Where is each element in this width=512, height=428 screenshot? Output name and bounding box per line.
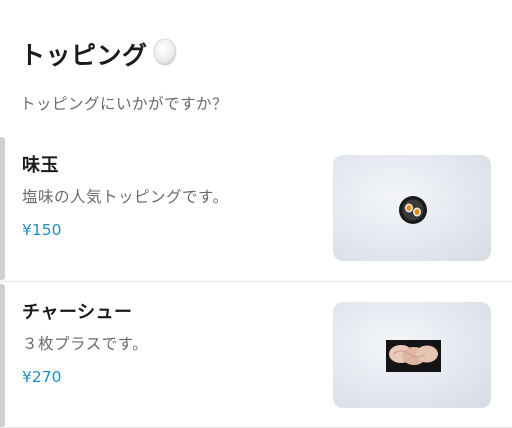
menu-item-chashu[interactable]: チャーシュー ３枚プラスです。 ¥270 xyxy=(0,284,512,427)
item-image-chashu[interactable] xyxy=(333,302,491,408)
section-header: トッピング xyxy=(20,36,178,72)
item-description: ３枚プラスです。 xyxy=(22,335,149,353)
section-title: トッピング xyxy=(20,41,148,70)
chashu-plate-icon xyxy=(386,340,441,372)
item-price: ¥270 xyxy=(22,368,62,386)
item-divider xyxy=(0,281,512,282)
egg-icon xyxy=(152,36,178,72)
item-price: ¥150 xyxy=(22,221,62,239)
item-description: 塩味の人気トッピングです。 xyxy=(22,188,229,206)
item-name: 味玉 xyxy=(22,155,59,176)
item-accent-bar xyxy=(0,284,5,427)
item-image-ajitama[interactable] xyxy=(333,155,491,261)
item-name: チャーシュー xyxy=(22,302,133,323)
item-accent-bar xyxy=(0,137,5,280)
menu-item-ajitama[interactable]: 味玉 塩味の人気トッピングです。 ¥150 xyxy=(0,137,512,280)
section-title-row: トッピング xyxy=(20,36,178,72)
ajitama-bowl-icon xyxy=(399,196,427,224)
section-subtitle: トッピングにいかがですか？ xyxy=(20,95,229,113)
